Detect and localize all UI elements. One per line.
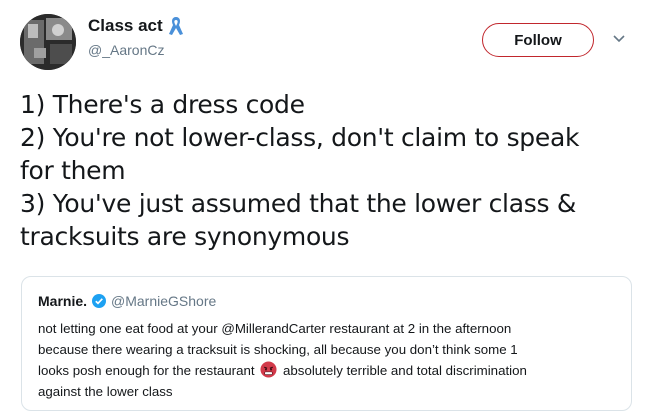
quoted-text-line: because there wearing a tracksuit is sho…	[38, 342, 518, 357]
tweet-text-line: 2) You're not lower-class, don't claim t…	[20, 123, 580, 152]
quoted-text-segment: absolutely terrible and total discrimina…	[283, 363, 527, 378]
author-handle[interactable]: @_AaronCz	[88, 42, 164, 58]
quoted-author-name: Marnie.	[38, 293, 88, 309]
avatar-image	[20, 14, 76, 70]
tweet-text-line: 3) You've just assumed that the lower cl…	[20, 189, 577, 218]
angry-face-icon	[260, 361, 277, 378]
quoted-text-line: against the lower class	[38, 384, 173, 399]
author-display-name[interactable]: Class act	[88, 16, 184, 36]
tweet-text-line: for them	[20, 156, 126, 185]
quoted-text-line: looks posh enough for the restaurant abs…	[38, 360, 623, 381]
tweet-text-line: 1) There's a dress code	[20, 90, 305, 119]
tweet-text: 1) There's a dress code 2) You're not lo…	[20, 88, 640, 253]
follow-button[interactable]: Follow	[482, 23, 594, 57]
quoted-text-line: not letting one eat food at your @Miller…	[38, 321, 512, 336]
tweet-text-line: tracksuits are synonymous	[20, 222, 350, 251]
awareness-ribbon-icon	[168, 17, 183, 35]
avatar[interactable]	[20, 14, 76, 70]
quoted-tweet-header: Marnie. @MarnieGShore	[38, 293, 216, 309]
verified-badge-icon	[92, 294, 107, 308]
author-name-text: Class act	[88, 16, 163, 35]
quoted-text-segment: looks posh enough for the restaurant	[38, 363, 255, 378]
chevron-down-icon[interactable]	[612, 32, 626, 46]
quoted-tweet-card[interactable]: Marnie. @MarnieGShore not letting one ea…	[21, 276, 632, 411]
quoted-tweet-text: not letting one eat food at your @Miller…	[38, 318, 623, 402]
quoted-author-handle: @MarnieGShore	[111, 293, 217, 309]
